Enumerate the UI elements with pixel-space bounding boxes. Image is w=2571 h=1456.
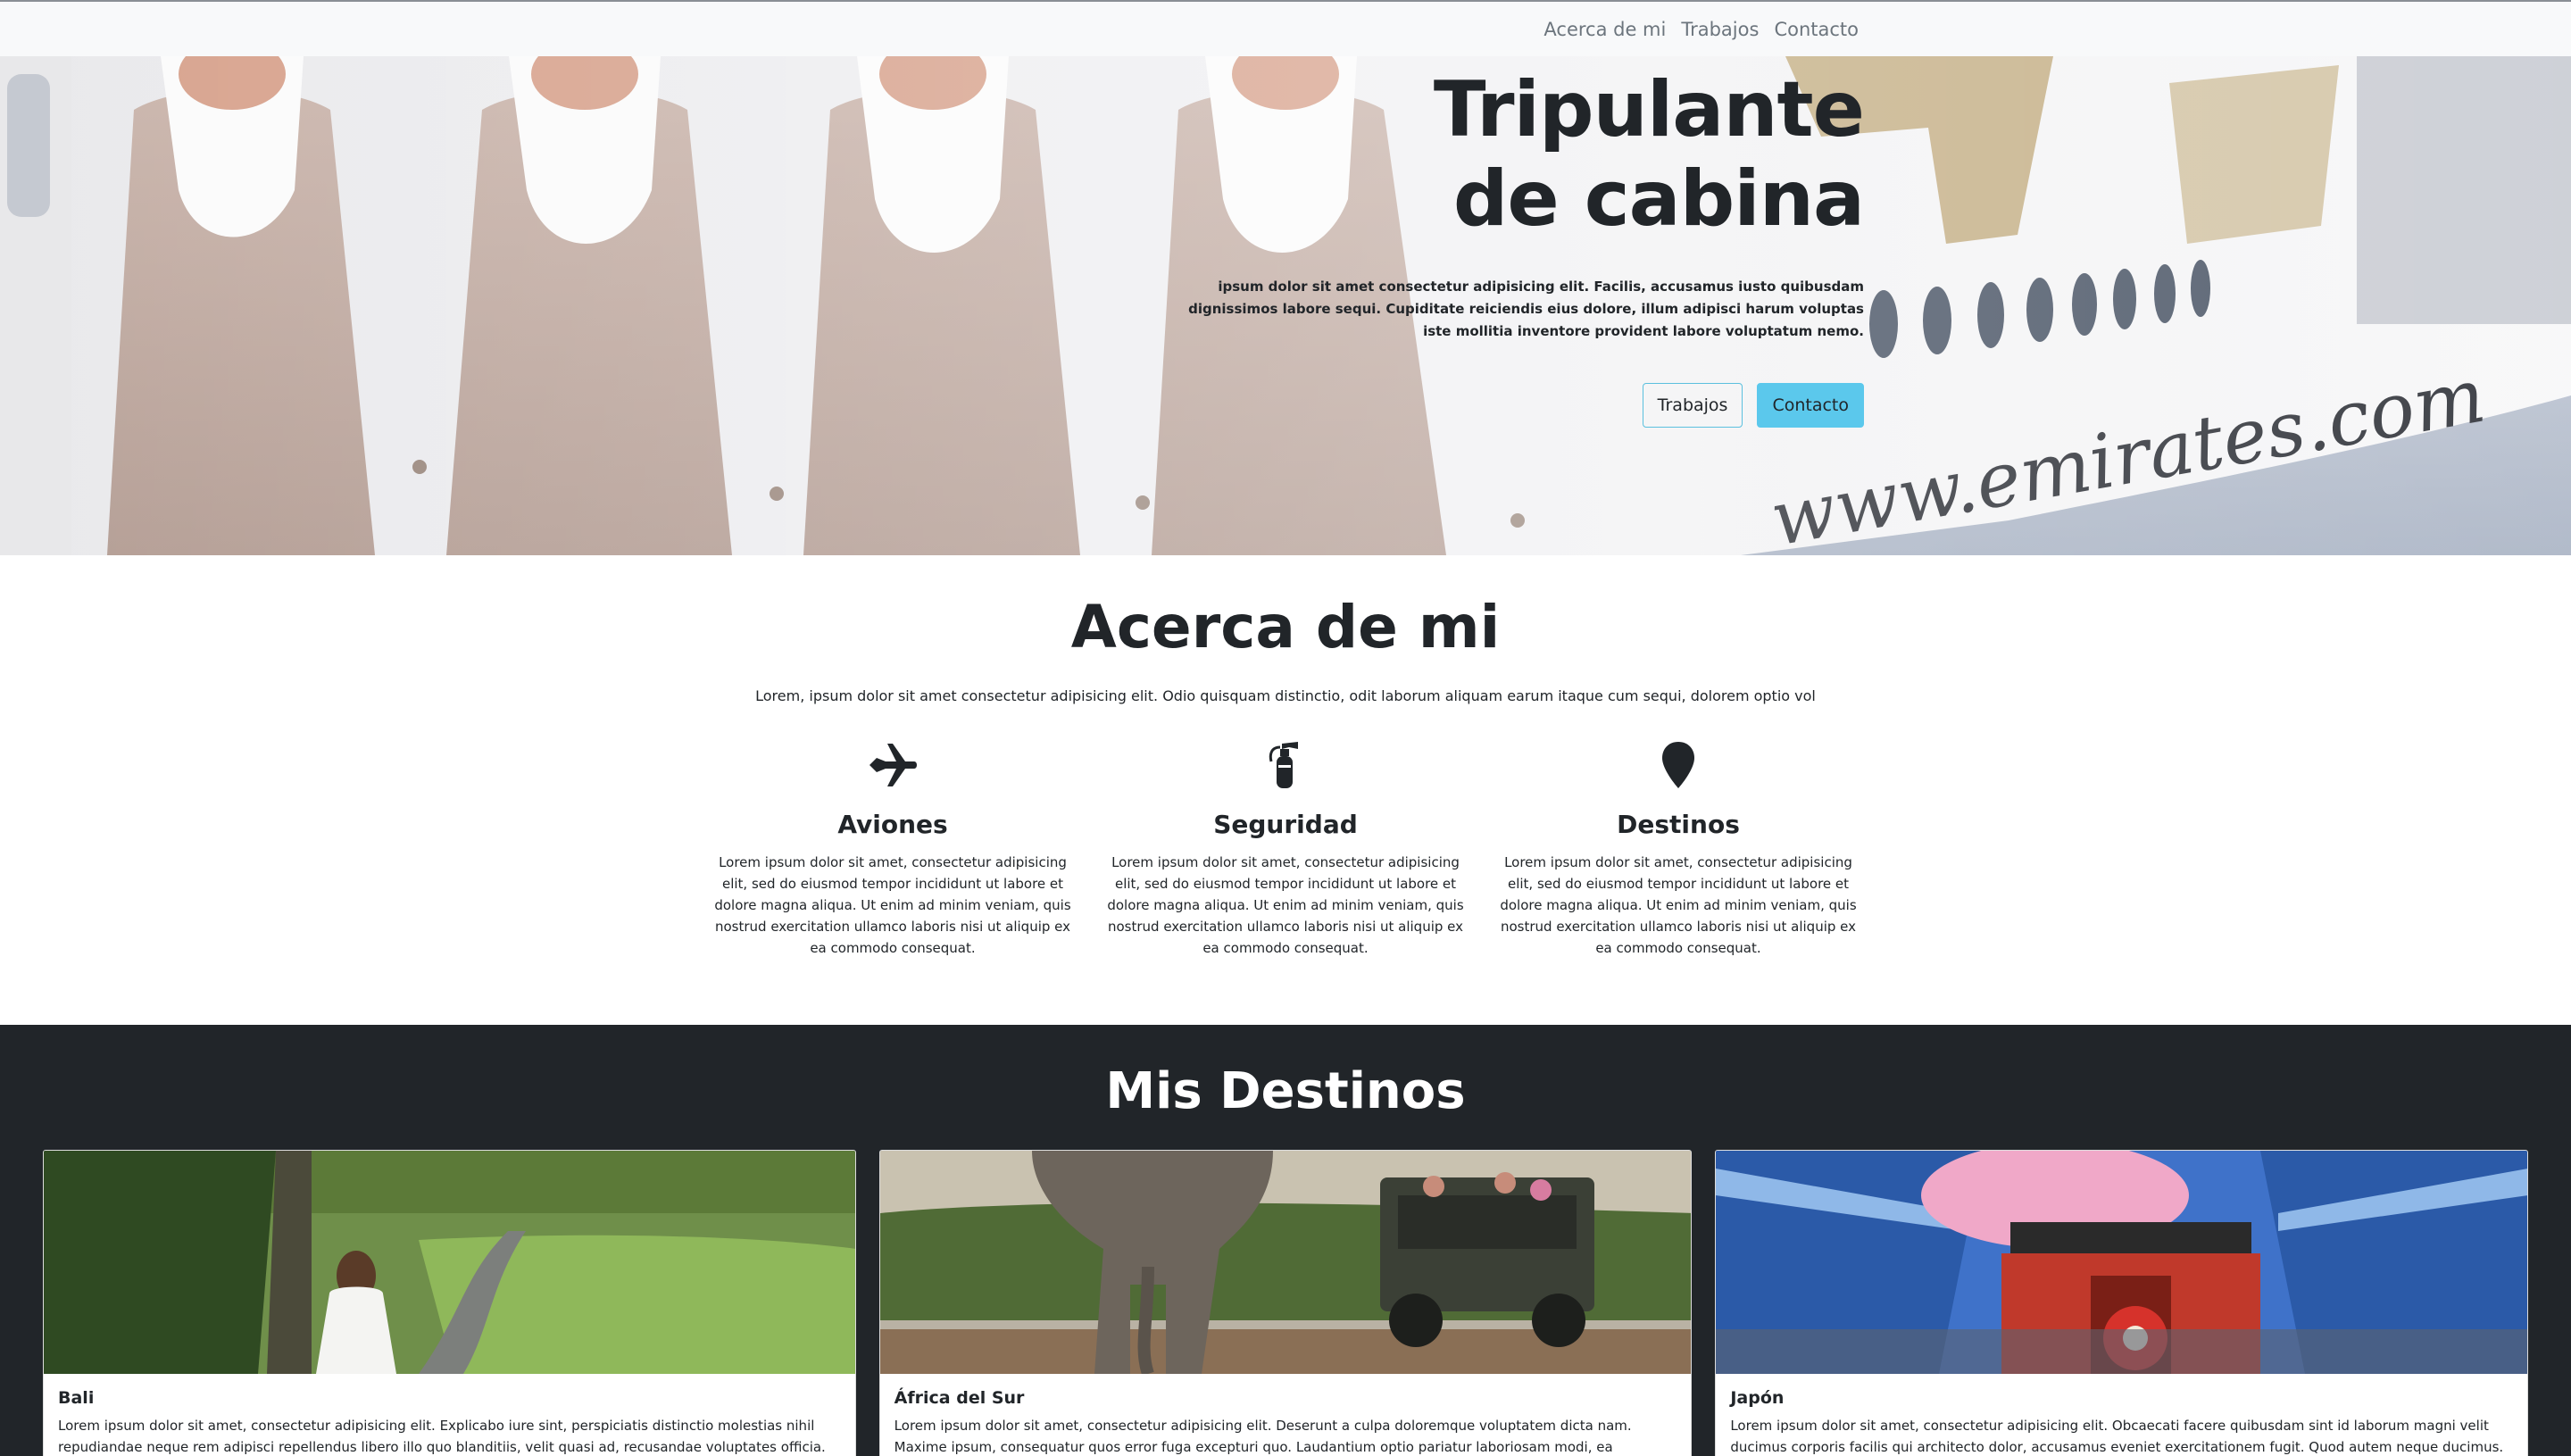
- navbar: Acerca de mi Trabajos Contacto: [0, 2, 2571, 57]
- feature-planes-text: Lorem ipsum dolor sit amet, consectetur …: [714, 854, 1071, 956]
- japan-image: [1716, 1151, 2528, 1374]
- destinations-section: Mis Destinos Bali Lorem ipsum dolor sit …: [0, 1025, 2571, 1456]
- about-lead: Lorem, ipsum dolor sit amet consectetur …: [755, 687, 1816, 704]
- feature-safety-title: Seguridad: [1213, 810, 1358, 839]
- card-body: Japón Lorem ipsum dolor sit amet, consec…: [1716, 1374, 2527, 1456]
- card-title: Bali: [58, 1388, 95, 1408]
- works-button[interactable]: Trabajos: [1642, 383, 1743, 428]
- card-body: África del Sur Lorem ipsum dolor sit ame…: [880, 1374, 1692, 1456]
- plane-icon: [869, 744, 917, 786]
- feature-planes: Aviones Lorem ipsum dolor sit amet, cons…: [696, 738, 1089, 959]
- hero-title: Tripulante de cabina: [1433, 65, 1865, 244]
- contact-button[interactable]: Contacto: [1757, 383, 1864, 428]
- destination-cards: Bali Lorem ipsum dolor sit amet, consect…: [43, 1150, 2529, 1456]
- card-text: Lorem ipsum dolor sit amet, consectetur …: [1730, 1418, 2504, 1455]
- destination-card-south-africa[interactable]: África del Sur Lorem ipsum dolor sit ame…: [878, 1150, 1693, 1456]
- feature-safety-text: Lorem ipsum dolor sit amet, consectetur …: [1107, 854, 1464, 956]
- destinations-title: Mis Destinos: [1105, 1062, 1466, 1120]
- features-row: Aviones Lorem ipsum dolor sit amet, cons…: [696, 738, 1875, 959]
- destination-card-japan[interactable]: Japón Lorem ipsum dolor sit amet, consec…: [1715, 1150, 2529, 1456]
- about-title: Acerca de mi: [1070, 593, 1501, 661]
- map-marker-icon: [1662, 742, 1694, 788]
- card-text: Lorem ipsum dolor sit amet, consectetur …: [894, 1418, 1632, 1455]
- feature-destinations: Destinos Lorem ipsum dolor sit amet, con…: [1482, 738, 1875, 959]
- feature-planes-title: Aviones: [837, 810, 948, 839]
- fire-extinguisher-icon: [1269, 742, 1298, 788]
- hero-description: ipsum dolor sit amet consectetur adipisi…: [1188, 279, 1864, 339]
- card-body: Bali Lorem ipsum dolor sit amet, consect…: [44, 1374, 855, 1456]
- destination-card-bali[interactable]: Bali Lorem ipsum dolor sit amet, consect…: [43, 1150, 856, 1456]
- hero-content: Tripulante de cabina ipsum dolor sit ame…: [1161, 56, 1865, 555]
- card-title: Japón: [1730, 1388, 1785, 1408]
- nav-link-about[interactable]: Acerca de mi: [1543, 19, 1666, 40]
- nav-links: Acerca de mi Trabajos Contacto: [1543, 2, 1859, 56]
- feature-safety: Seguridad Lorem ipsum dolor sit amet, co…: [1089, 738, 1482, 959]
- hero-title-line1: Tripulante: [1433, 65, 1865, 154]
- south-africa-image: [879, 1151, 1692, 1374]
- feature-destinations-title: Destinos: [1617, 810, 1740, 839]
- hero-title-line2: de cabina: [1452, 154, 1865, 244]
- bali-image: [44, 1151, 855, 1374]
- card-title: África del Sur: [894, 1388, 1025, 1408]
- hero-buttons: Trabajos Contacto: [1642, 383, 1864, 428]
- hero-section: www.emirates.com Tripulante de cab: [0, 56, 2571, 555]
- about-section: Acerca de mi Lorem, ipsum dolor sit amet…: [0, 555, 2571, 1025]
- nav-link-works[interactable]: Trabajos: [1681, 19, 1759, 40]
- nav-link-contact[interactable]: Contacto: [1774, 19, 1859, 40]
- card-text: Lorem ipsum dolor sit amet, consectetur …: [58, 1418, 826, 1455]
- feature-destinations-text: Lorem ipsum dolor sit amet, consectetur …: [1500, 854, 1857, 956]
